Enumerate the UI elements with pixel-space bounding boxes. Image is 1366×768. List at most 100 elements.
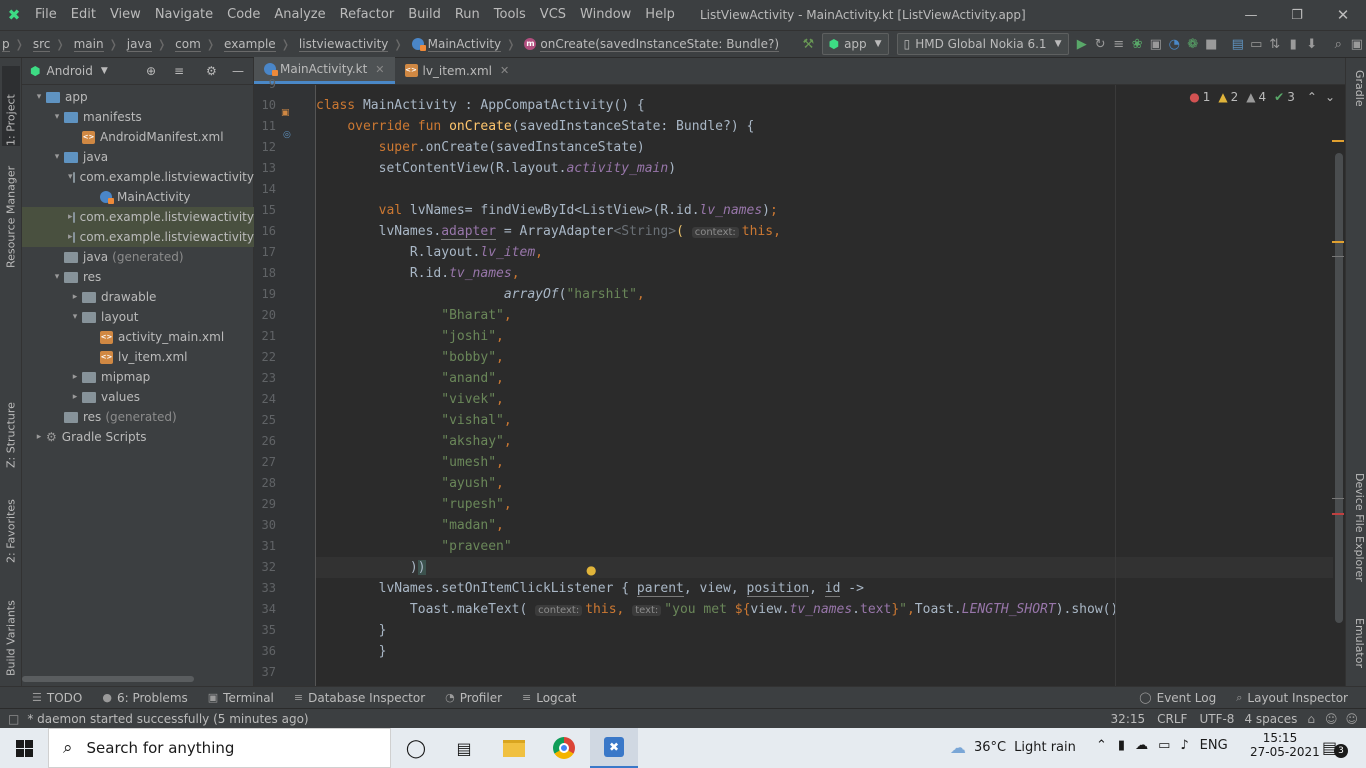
tree-item[interactable]: ▾ com.example.listviewactivity	[22, 167, 254, 187]
tree-arrow-icon[interactable]: ▸	[32, 432, 46, 442]
vertical-scrollbar[interactable]	[1335, 153, 1343, 623]
network-icon[interactable]: ▭	[1158, 738, 1170, 753]
gear-icon[interactable]: ⚙	[206, 64, 217, 78]
breadcrumb-item[interactable]: com ❭	[173, 37, 222, 52]
breadcrumb-item[interactable]: src ❭	[31, 37, 72, 52]
tool-profiler[interactable]: ◔ Profiler	[435, 691, 512, 705]
tree-arrow-icon[interactable]: ▾	[32, 92, 46, 102]
chevron-down-icon[interactable]: ▼	[101, 66, 108, 76]
menu-tools[interactable]: Tools	[487, 0, 533, 30]
breadcrumb-item[interactable]: MainActivity ❭	[410, 37, 523, 52]
tree-item[interactable]: ▾ manifests	[22, 107, 254, 127]
locate-icon[interactable]: ⊕	[146, 64, 156, 78]
warning-stripe[interactable]	[1332, 140, 1344, 142]
sync-gradle-icon[interactable]: ⇅	[1266, 33, 1285, 55]
tool-resource-manager[interactable]: Resource Manager	[2, 158, 20, 268]
tool-database-inspector[interactable]: ≡ Database Inspector	[284, 691, 435, 705]
tool-logcat[interactable]: ≡ Logcat	[512, 691, 586, 705]
tool-project[interactable]: 1: Project	[2, 66, 20, 146]
weak-stripe[interactable]	[1332, 256, 1344, 257]
breadcrumb-item[interactable]: main ❭	[72, 37, 125, 52]
chevron-up-icon[interactable]: ⌃	[1307, 90, 1317, 104]
google-account-icon[interactable]: ▣	[1348, 33, 1366, 55]
tree-item[interactable]: ▸ values	[22, 387, 254, 407]
tree-arrow-icon[interactable]: ▾	[50, 112, 64, 122]
tree-item[interactable]: MainActivity	[22, 187, 254, 207]
tree-item[interactable]: ▸ drawable	[22, 287, 254, 307]
warning-stripe[interactable]	[1332, 241, 1344, 243]
close-window-button[interactable]: ✕	[1320, 0, 1366, 30]
tree-arrow-icon[interactable]: ▸	[68, 372, 82, 382]
search-icon[interactable]: ⌕	[1329, 33, 1348, 55]
clock[interactable]: 15:15 27-05-2021	[1250, 731, 1320, 759]
feedback-face-icon[interactable]: ☺	[1345, 712, 1358, 726]
run-gutter-icon[interactable]: ▣	[281, 108, 290, 118]
restore-button[interactable]: ❐	[1274, 0, 1320, 30]
tool-emulator[interactable]: Emulator	[1348, 618, 1366, 678]
tool-structure[interactable]: Z: Structure	[2, 393, 20, 468]
tree-item[interactable]: ▸ ⚙ Gradle Scripts	[22, 427, 254, 447]
close-tab-icon[interactable]: ✕	[375, 63, 384, 76]
attach-debugger-icon[interactable]: ▣	[1147, 33, 1166, 55]
tree-item[interactable]: <> activity_main.xml	[22, 327, 254, 347]
lightbulb-icon[interactable]: ●	[586, 563, 596, 577]
tree-item[interactable]: ▾ java	[22, 147, 254, 167]
tree-arrow-icon[interactable]: ▸	[68, 212, 73, 222]
weak-stripe[interactable]	[1332, 498, 1344, 499]
breadcrumb-item[interactable]: example ❭	[222, 37, 297, 52]
tree-item[interactable]: res (generated)	[22, 407, 254, 427]
language-indicator[interactable]: ENG	[1200, 738, 1228, 753]
tree-arrow-icon[interactable]: ▸	[68, 292, 82, 302]
sdk-manager-icon[interactable]: ⬇	[1303, 33, 1322, 55]
cortana-icon[interactable]: ◯	[392, 728, 440, 768]
menu-view[interactable]: View	[103, 0, 148, 30]
tree-item[interactable]: ▸ com.example.listviewactivity	[22, 207, 254, 227]
profile-icon[interactable]: ◔	[1165, 33, 1184, 55]
override-gutter-icon[interactable]: ◎	[283, 130, 291, 140]
tool-terminal[interactable]: ▣ Terminal	[198, 691, 284, 705]
menu-run[interactable]: Run	[448, 0, 487, 30]
tool-gradle[interactable]: Gradle	[1348, 70, 1366, 120]
tree-arrow-icon[interactable]: ▾	[68, 172, 73, 182]
caret-position[interactable]: 32:15	[1111, 712, 1146, 726]
hide-icon[interactable]: —	[232, 64, 244, 78]
tool-favorites[interactable]: 2: Favorites	[2, 488, 20, 563]
tool-todo[interactable]: ☰ TODO	[22, 691, 92, 705]
project-view-select[interactable]: Android	[46, 64, 92, 78]
tree-arrow-icon[interactable]: ▸	[68, 392, 82, 402]
indent-setting[interactable]: 4 spaces	[1244, 712, 1297, 726]
lock-icon[interactable]: ⌂	[1307, 712, 1315, 726]
tree-item[interactable]: ▸ com.example.listviewactivity	[22, 227, 254, 247]
battery-icon[interactable]: ▮	[1118, 738, 1125, 753]
menu-edit[interactable]: Edit	[64, 0, 103, 30]
avd-manager-icon[interactable]: ▮	[1284, 33, 1303, 55]
run-icon[interactable]: ▶	[1073, 33, 1092, 55]
apply-code-changes-icon[interactable]: ≡	[1110, 33, 1129, 55]
menu-code[interactable]: Code	[220, 0, 267, 30]
file-explorer-icon[interactable]	[490, 728, 538, 768]
tool-event-log[interactable]: ◯ Event Log	[1129, 691, 1226, 705]
tree-arrow-icon[interactable]: ▸	[68, 232, 73, 242]
tree-arrow-icon[interactable]: ▾	[68, 312, 82, 322]
tool-windows-icon[interactable]: □	[8, 712, 19, 726]
speaker-icon[interactable]: ♪	[1180, 738, 1188, 753]
tree-item[interactable]: <> lv_item.xml	[22, 347, 254, 367]
menu-refactor[interactable]: Refactor	[333, 0, 402, 30]
breadcrumb-item[interactable]: p ❭	[0, 37, 31, 52]
menu-navigate[interactable]: Navigate	[148, 0, 220, 30]
breadcrumb-item[interactable]: listviewactivity ❭	[297, 37, 410, 52]
chevron-down-icon[interactable]: ⌄	[1325, 90, 1335, 104]
collapse-all-icon[interactable]: ≡	[174, 64, 184, 78]
windows-start-icon[interactable]	[0, 728, 48, 768]
run-tests-icon[interactable]: ❁	[1184, 33, 1203, 55]
breadcrumb-item[interactable]: java ❭	[125, 37, 173, 52]
tree-arrow-icon[interactable]: ▾	[50, 272, 64, 282]
apply-changes-icon[interactable]: ↻	[1091, 33, 1110, 55]
error-stripe[interactable]	[1332, 513, 1344, 515]
code-editor[interactable]: class MainActivity : AppCompatActivity()…	[316, 85, 1333, 686]
tree-item[interactable]: ▸ mipmap	[22, 367, 254, 387]
line-gutter[interactable]: 9 10 11 12 13 14 15 16 17 18 19 20 21 22 23 24 25 26 27 28 2…	[254, 77, 316, 686]
tool-problems[interactable]: ● 6: Problems	[92, 691, 197, 705]
device-manager-icon[interactable]: ▭	[1247, 33, 1266, 55]
run-config-select[interactable]: ⬢ app ▼	[821, 33, 889, 55]
